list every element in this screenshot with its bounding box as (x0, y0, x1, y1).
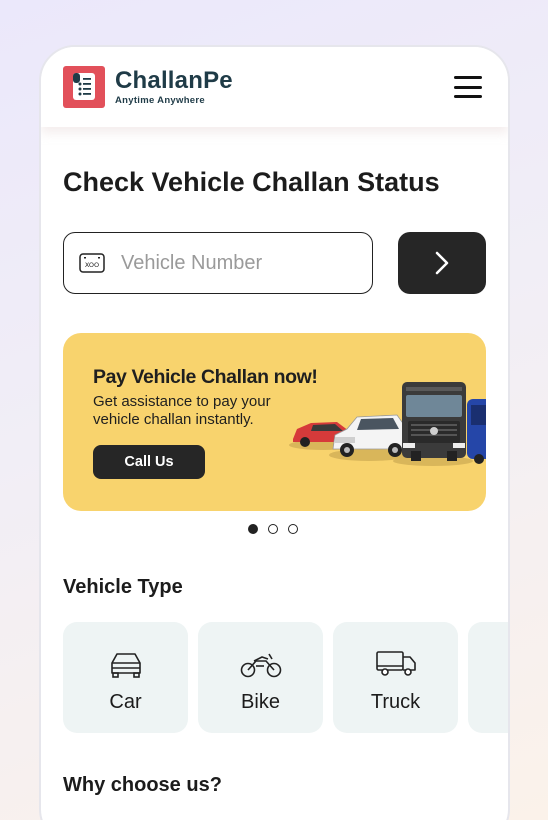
carousel-dot-3[interactable] (288, 524, 298, 534)
vehicle-number-input[interactable] (121, 251, 321, 275)
vehicle-type-label: Truck (370, 691, 421, 713)
vehicle-type-list: Car Bike Truck (63, 622, 508, 733)
promo-banner[interactable]: Pay Vehicle Challan now! Get assistance … (63, 333, 486, 511)
hamburger-menu-icon[interactable] (454, 76, 482, 98)
banner-subtitle: Get assistance to pay your vehicle chall… (93, 393, 271, 428)
license-plate-icon: XOO (79, 253, 105, 273)
call-us-button[interactable]: Call Us (93, 445, 205, 479)
vehicles-illustration (289, 382, 486, 466)
vehicle-number-field[interactable]: XOO (63, 232, 373, 294)
chevron-right-icon (435, 251, 449, 275)
vehicle-type-bike[interactable]: Bike (198, 622, 323, 733)
vehicle-type-more[interactable] (468, 622, 508, 733)
brand-name: ChallanPe (115, 67, 233, 94)
vehicle-type-heading: Vehicle Type (63, 576, 183, 598)
carousel-indicator (248, 524, 298, 534)
carousel-dot-1[interactable] (248, 524, 258, 534)
banner-title: Pay Vehicle Challan now! (93, 366, 318, 388)
vehicle-type-label: Bike (241, 691, 280, 713)
vehicle-type-label: Car (109, 691, 142, 713)
vehicle-type-truck[interactable]: Truck (333, 622, 458, 733)
bike-icon (240, 653, 281, 678)
search-submit-button[interactable] (398, 232, 486, 294)
vehicle-type-car[interactable]: Car (63, 622, 188, 733)
page-title: Check Vehicle Challan Status (63, 167, 440, 197)
why-choose-heading: Why choose us? (63, 774, 222, 796)
app-frame: ChallanPe Anytime Anywhere Check Vehicle… (39, 45, 510, 820)
truck-icon (375, 651, 416, 676)
carousel-dot-2[interactable] (268, 524, 278, 534)
challanpe-logo-icon (63, 66, 105, 108)
app-header: ChallanPe Anytime Anywhere (41, 47, 508, 127)
car-icon (110, 653, 141, 678)
brand-tagline: Anytime Anywhere (115, 95, 205, 106)
svg-text:XOO: XOO (85, 261, 99, 269)
brand[interactable]: ChallanPe Anytime Anywhere (63, 66, 233, 108)
